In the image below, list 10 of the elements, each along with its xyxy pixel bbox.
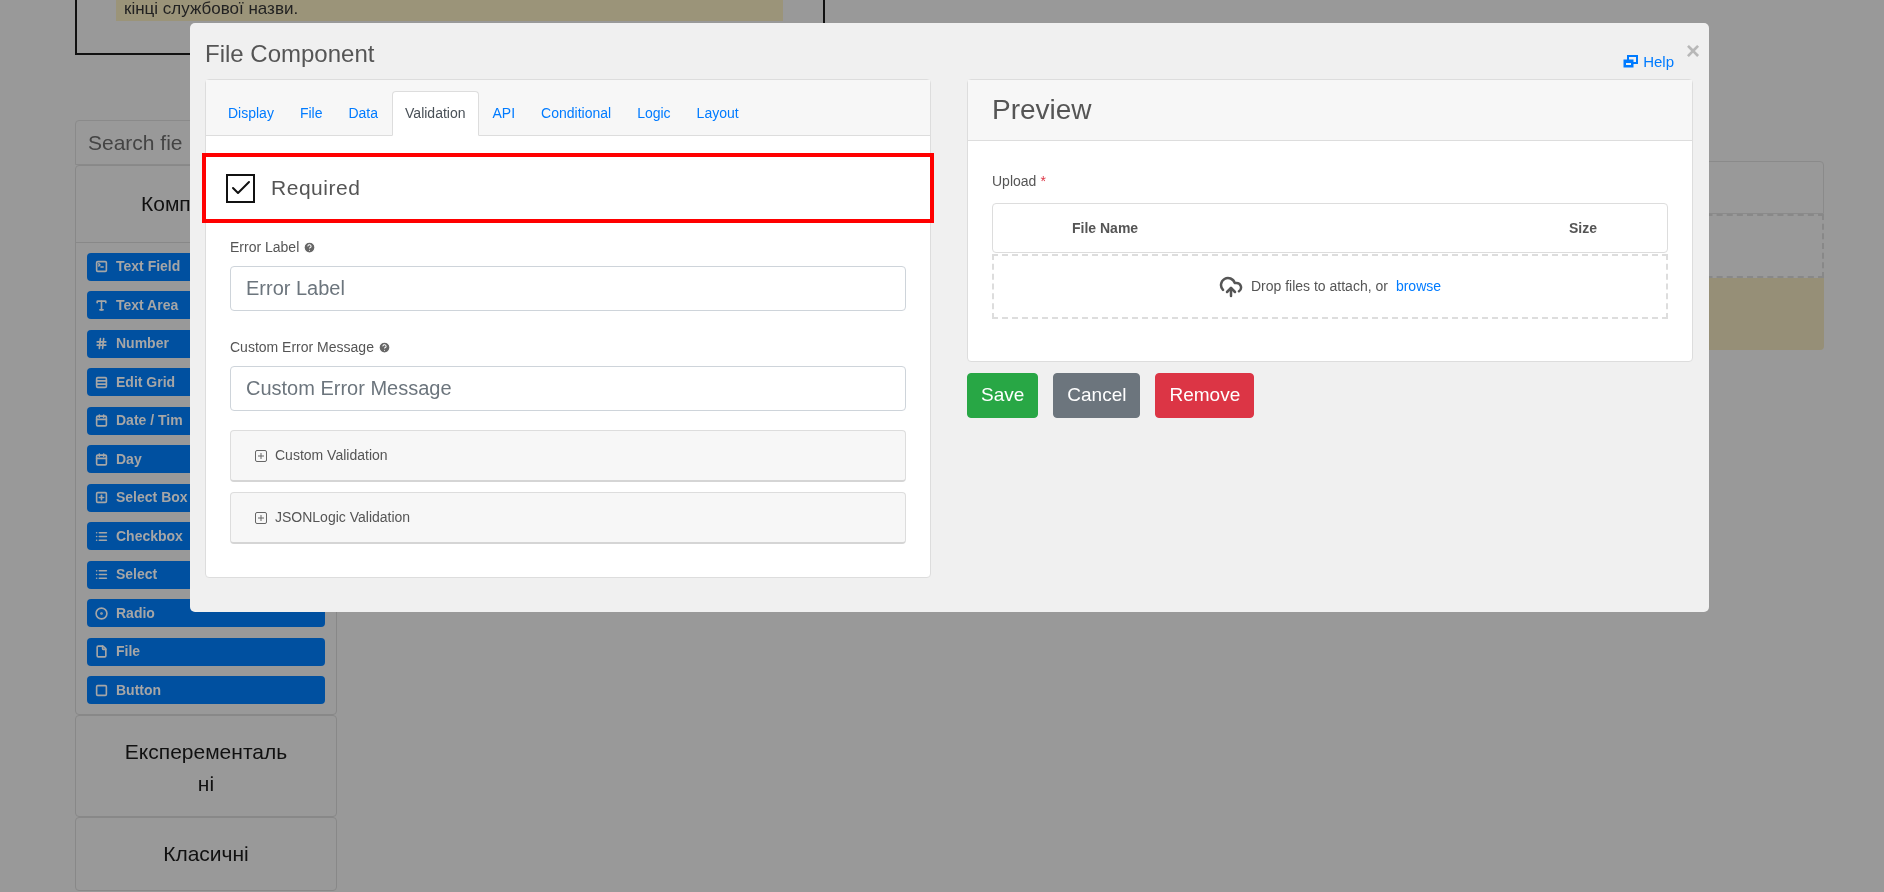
field-label: Error Label — [230, 238, 300, 257]
preview-title: Preview — [992, 93, 1092, 127]
required-mark: * — [1040, 172, 1046, 191]
note-text: кінці службової назви. — [116, 0, 783, 21]
field-label: Custom Error Message — [230, 338, 374, 357]
required-label: Required — [271, 175, 361, 202]
drop-text: Drop files to attach, or — [1250, 277, 1388, 296]
file-table-header: File Name Size — [992, 203, 1668, 253]
upload-label: Upload — [992, 172, 1037, 191]
dialog-title: File Component — [205, 39, 375, 69]
